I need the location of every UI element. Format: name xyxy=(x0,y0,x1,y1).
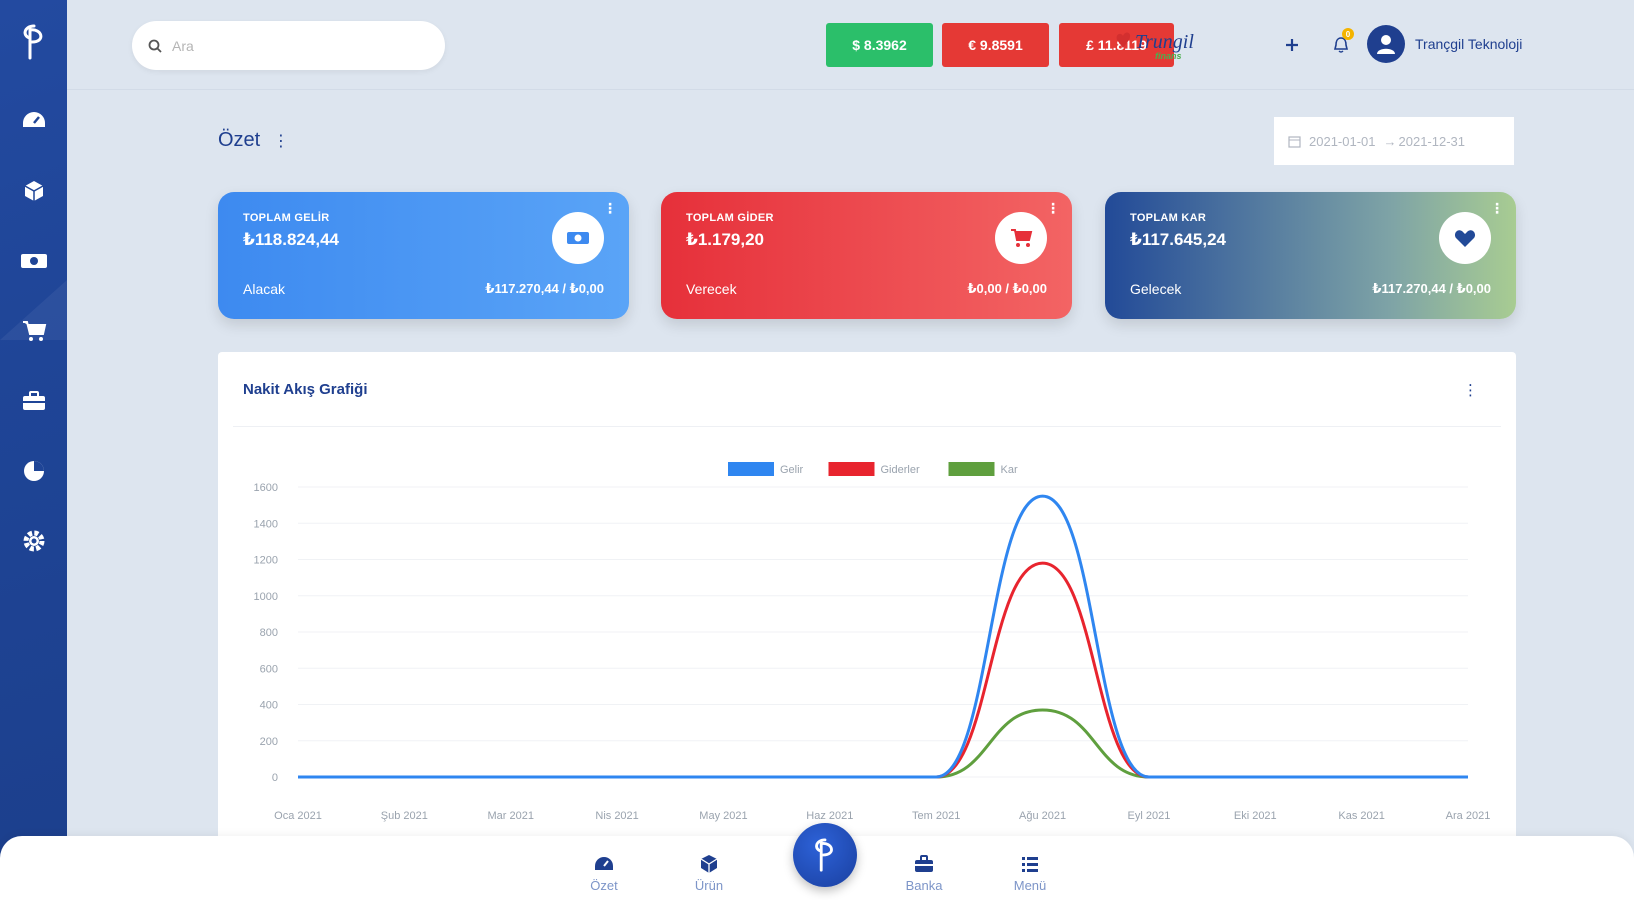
card-menu-icon[interactable]: ⋮ xyxy=(1490,200,1504,217)
y-tick-label: 1200 xyxy=(254,555,278,567)
user-icon xyxy=(1377,35,1395,54)
date-range-start: 2021-01-01 xyxy=(1309,133,1376,149)
home-logo-button[interactable] xyxy=(793,823,857,887)
card-sub-value: ₺117.270,44 / ₺0,00 xyxy=(1372,281,1491,296)
cash-flow-panel: Nakit Akış Grafiği ⋮ 0 200 400 600 800 1000 12… xyxy=(218,352,1516,852)
x-tick-label: Eki 2021 xyxy=(1234,810,1277,822)
legend-label: Gelir xyxy=(780,464,804,476)
nav-bank[interactable]: Banka xyxy=(889,854,959,893)
y-tick-label: 400 xyxy=(260,700,278,712)
x-tick-label: May 2021 xyxy=(699,810,747,822)
card-label: TOPLAM GELİR xyxy=(243,212,330,224)
y-tick-label: 0 xyxy=(272,772,278,784)
heart-icon xyxy=(1439,212,1491,264)
gear-icon[interactable] xyxy=(19,526,49,556)
nav-summary[interactable]: Özet xyxy=(569,854,639,893)
total-expense-card: TOPLAM GİDER ₺1.179,20 Verecek ₺0,00 / ₺… xyxy=(661,192,1072,319)
cash-flow-chart: 0 200 400 600 800 1000 1200 1400 1600 Oca 2021 Şub… xyxy=(254,462,1491,822)
list-icon xyxy=(1022,857,1038,872)
legend-swatch xyxy=(828,462,875,476)
search-box[interactable] xyxy=(132,21,445,70)
app-logo[interactable] xyxy=(16,22,52,62)
notification-badge: 0 xyxy=(1342,28,1354,40)
nav-label: Banka xyxy=(905,878,943,893)
card-value: ₺118.824,44 xyxy=(243,230,339,249)
briefcase-icon xyxy=(915,855,933,872)
x-tick-label: Oca 2021 xyxy=(274,810,322,822)
cart-icon[interactable] xyxy=(19,316,49,346)
nav-menu[interactable]: Menü xyxy=(995,854,1065,893)
user-menu[interactable]: Trançgil Teknoloji xyxy=(1367,25,1522,63)
pie-chart-icon[interactable] xyxy=(19,456,49,486)
dashboard-icon[interactable] xyxy=(19,106,49,136)
card-menu-icon[interactable]: ⋮ xyxy=(603,200,617,217)
dashboard-icon xyxy=(595,857,613,870)
x-tick-label: Nis 2021 xyxy=(595,810,638,822)
money-icon[interactable] xyxy=(19,246,49,276)
date-range-picker[interactable]: 2021-01-01 → 2021-12-31 xyxy=(1274,117,1514,165)
cart-icon xyxy=(995,212,1047,264)
page-title: Özet xyxy=(218,129,261,151)
y-tick-label: 1400 xyxy=(254,518,278,530)
legend-label: Giderler xyxy=(881,464,920,476)
nav-label: Menü xyxy=(1013,878,1047,893)
total-profit-card: TOPLAM KAR ₺117.645,24 Gelecek ₺117.270,… xyxy=(1105,192,1516,319)
card-sub-value: ₺0,00 / ₺0,00 xyxy=(967,281,1047,296)
card-label: TOPLAM KAR xyxy=(1130,212,1207,224)
y-tick-label: 800 xyxy=(260,627,278,639)
y-tick-label: 200 xyxy=(260,736,278,748)
card-value: ₺1.179,20 xyxy=(686,230,765,249)
series-line-gelir xyxy=(297,494,1468,779)
user-name: Trançgil Teknoloji xyxy=(1415,36,1523,52)
brand-logo: Trungil finans xyxy=(1113,26,1208,64)
usd-rate-button[interactable]: $ 8.3962 xyxy=(826,23,933,67)
y-tick-label: 1000 xyxy=(254,591,278,603)
x-tick-label: Mar 2021 xyxy=(487,810,533,822)
nav-label: Ürün xyxy=(694,878,724,893)
search-icon xyxy=(148,39,162,53)
avatar xyxy=(1367,25,1405,63)
cube-icon[interactable] xyxy=(19,176,49,206)
add-icon[interactable] xyxy=(1279,32,1305,58)
brand-name: Trungil xyxy=(1135,31,1194,53)
x-tick-label: Eyl 2021 xyxy=(1128,810,1171,822)
nav-product[interactable]: Ürün xyxy=(674,854,744,893)
calendar-icon xyxy=(1288,135,1301,148)
series-line-giderler xyxy=(297,561,1468,779)
legend-swatch xyxy=(948,462,995,476)
notifications-button[interactable]: 0 xyxy=(1328,28,1354,58)
date-range-end: 2021-12-31 xyxy=(1398,133,1466,149)
x-tick-label: Şub 2021 xyxy=(381,810,428,822)
app-logo-icon xyxy=(815,838,833,872)
card-menu-icon[interactable]: ⋮ xyxy=(1046,200,1060,217)
legend-label: Kar xyxy=(1001,464,1018,476)
cube-icon xyxy=(700,855,718,873)
card-value: ₺117.645,24 xyxy=(1130,230,1226,249)
x-tick-label: Tem 2021 xyxy=(912,810,960,822)
series-line-kar xyxy=(297,708,1468,779)
x-tick-label: Haz 2021 xyxy=(806,810,853,822)
y-tick-label: 1600 xyxy=(254,482,278,494)
eur-rate-button[interactable]: € 9.8591 xyxy=(942,23,1049,67)
card-label: TOPLAM GİDER xyxy=(686,212,774,224)
card-sub-label: Verecek xyxy=(686,281,737,297)
sidebar xyxy=(0,0,67,900)
x-tick-label: Kas 2021 xyxy=(1338,810,1384,822)
x-tick-label: Ara 2021 xyxy=(1446,810,1491,822)
card-sub-label: Gelecek xyxy=(1130,281,1182,297)
brand-sub: finans xyxy=(1155,51,1182,61)
x-tick-label: Ağu 2021 xyxy=(1019,810,1066,822)
nav-label: Özet xyxy=(590,878,618,893)
page-menu-icon[interactable]: ⋮ xyxy=(273,131,289,151)
money-icon xyxy=(552,212,604,264)
search-input[interactable] xyxy=(172,37,412,54)
y-tick-label: 600 xyxy=(260,663,278,675)
card-sub-label: Alacak xyxy=(243,281,286,297)
total-income-card: TOPLAM GELİR ₺118.824,44 Alacak ₺117.270… xyxy=(218,192,629,319)
briefcase-icon[interactable] xyxy=(19,386,49,416)
date-range-separator: → xyxy=(1383,133,1397,149)
card-sub-value: ₺117.270,44 / ₺0,00 xyxy=(485,281,604,296)
legend-swatch xyxy=(728,462,774,476)
